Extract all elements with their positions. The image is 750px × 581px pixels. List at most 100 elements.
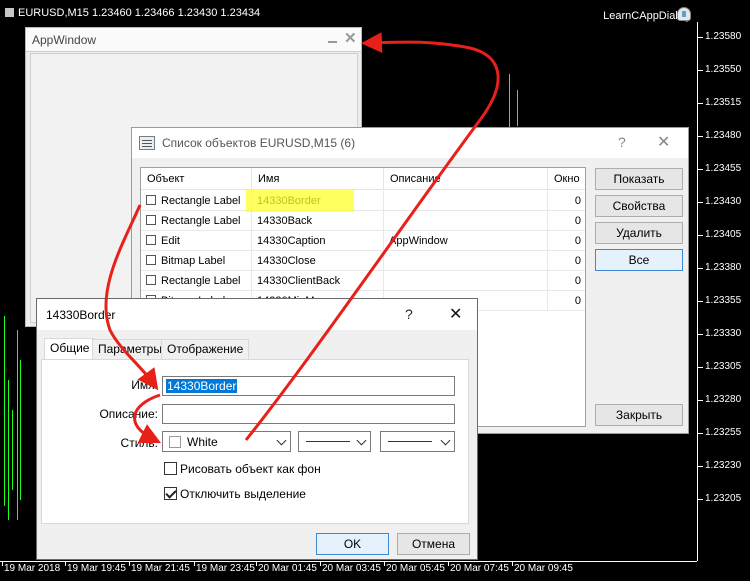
price-tick [698,268,703,269]
tab-panel-general: Имя: 14330Border Описание: Стиль: White … [41,359,469,524]
ok-button[interactable]: OK [316,533,389,555]
price-label: 1.23280 [705,394,742,405]
time-tick [2,562,3,566]
table-row[interactable]: Rectangle Label 14330ClientBack 0 [141,271,585,291]
table-cell-name: 14330ClientBack [252,271,384,291]
table-cell-window: 0 [548,271,585,291]
description-label: Описание: [99,407,158,421]
row-checkbox[interactable] [146,275,156,285]
price-tick [698,235,703,236]
chart-header-text: EURUSD,M15 1.23460 1.23466 1.23430 1.234… [18,7,261,19]
disable-selection-label[interactable]: Отключить выделение [180,487,306,501]
table-cell-object: Rectangle Label [141,271,252,291]
table-row[interactable]: Bitmap Label 14330Close 0 [141,251,585,271]
time-tick [448,562,449,566]
properties-titlebar[interactable]: 14330Border ? ✕ [37,299,477,330]
column-header-object[interactable]: Объект [141,168,252,190]
app-window-title: AppWindow [32,33,97,47]
table-cell-description [384,271,548,291]
price-label: 1.23405 [705,229,742,240]
description-field[interactable] [162,404,455,424]
table-cell-description [384,191,548,211]
table-row[interactable]: Edit 14330Caption AppWindow 0 [141,231,585,251]
table-cell-name: 14330Back [252,211,384,231]
cancel-button[interactable]: Отмена [397,533,470,555]
tab-general[interactable]: Общие [44,338,96,360]
draw-as-background-label[interactable]: Рисовать объект как фон [180,462,321,476]
price-tick [698,367,703,368]
candle [4,316,5,506]
price-label: 1.23430 [705,196,742,207]
price-label: 1.23305 [705,361,742,372]
help-icon[interactable]: ? [405,306,413,322]
row-checkbox[interactable] [146,235,156,245]
price-tick [698,334,703,335]
expert-hat-icon[interactable] [677,7,691,21]
price-tick [698,400,703,401]
price-label: 1.23330 [705,328,742,339]
table-cell-object: Bitmap Label [141,251,252,271]
row-checkbox[interactable] [146,195,156,205]
close-icon[interactable]: ✕ [449,307,462,323]
disable-selection-checkbox[interactable] [164,487,177,500]
price-label: 1.23480 [705,130,742,141]
row-object-type: Rectangle Label [161,195,241,207]
candle [20,360,21,500]
tab-display[interactable]: Отображение [161,339,250,359]
price-tick [698,301,703,302]
draw-as-background-checkbox[interactable] [164,462,177,475]
column-header-window[interactable]: Окно [548,168,585,190]
candle [509,74,510,130]
table-row[interactable]: Rectangle Label 14330Border 0 [141,191,585,211]
help-icon[interactable]: ? [618,134,626,150]
table-row[interactable]: Rectangle Label 14330Back 0 [141,211,585,231]
price-axis: 1.23580 1.23550 1.23515 1.23480 1.23455 1.234… [697,22,750,561]
time-tick [194,562,195,566]
line-width-dropdown[interactable] [380,431,455,452]
delete-button[interactable]: Удалить [595,222,683,244]
price-tick [698,433,703,434]
line-style-dropdown[interactable] [298,431,371,452]
table-cell-window: 0 [548,191,585,211]
table-cell-description [384,211,548,231]
row-object-type: Rectangle Label [161,215,241,227]
column-header-name[interactable]: Имя [252,168,384,190]
object-list-titlebar[interactable]: Список объектов EURUSD,M15 (6) ? ✕ [132,128,688,158]
table-cell-window: 0 [548,251,585,271]
price-tick [698,499,703,500]
all-button[interactable]: Все [595,249,683,271]
table-cell-window: 0 [548,231,585,251]
object-list-icon [139,136,155,150]
minimize-icon[interactable] [328,34,337,43]
chevron-down-icon [356,435,367,446]
name-label: Имя: [131,378,158,392]
chart-menu-icon[interactable] [5,8,14,17]
price-tick [698,103,703,104]
app-window-titlebar[interactable]: AppWindow ✕ [26,28,361,52]
object-list-title: Список объектов EURUSD,M15 (6) [162,136,356,150]
show-button[interactable]: Показать [595,168,683,190]
close-icon[interactable]: ✕ [344,29,357,47]
close-button[interactable]: Закрыть [595,404,683,426]
name-field[interactable]: 14330Border [162,376,455,396]
color-dropdown[interactable]: White [162,431,291,452]
price-label: 1.23355 [705,295,742,306]
chevron-down-icon [440,435,451,446]
time-label: 19 Mar 21:45 [131,563,190,574]
price-tick [698,169,703,170]
table-cell-name: 14330Close [252,251,384,271]
time-label: 20 Mar 03:45 [322,563,381,574]
style-label: Стиль: [120,436,158,450]
time-tick [65,562,66,566]
price-tick [698,136,703,137]
tab-parameters[interactable]: Параметры [92,339,168,359]
column-header-description[interactable]: Описание [384,168,548,190]
price-label: 1.23580 [705,31,742,42]
time-tick [256,562,257,566]
row-checkbox[interactable] [146,255,156,265]
close-icon[interactable]: ✕ [657,135,670,151]
row-checkbox[interactable] [146,215,156,225]
candle [17,330,18,520]
price-label: 1.23455 [705,163,742,174]
properties-button[interactable]: Свойства [595,195,683,217]
